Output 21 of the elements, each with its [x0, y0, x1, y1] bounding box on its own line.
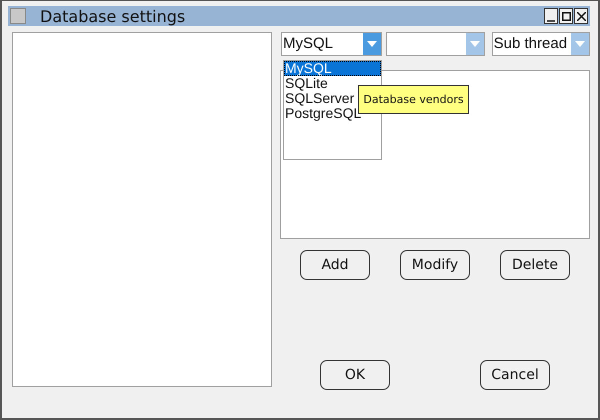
minimize-icon [547, 20, 555, 22]
action-button[interactable]: Modify [400, 250, 470, 280]
dropdown-field[interactable] [386, 32, 485, 56]
minimize-button[interactable] [544, 8, 558, 24]
action-button[interactable]: Delete [500, 250, 570, 280]
dropdown-field[interactable]: MySQL [281, 32, 382, 56]
caret-icon [363, 33, 382, 55]
action-button[interactable]: OK [320, 360, 390, 390]
action-button[interactable]: Cancel [480, 360, 550, 390]
window-title: Database settings [40, 6, 186, 26]
maximize-button[interactable] [559, 8, 573, 24]
window-icon [10, 8, 26, 24]
close-icon [576, 12, 586, 20]
caret-icon [466, 33, 484, 55]
tooltip: Database vendors [358, 85, 469, 114]
dropdown-field[interactable]: Sub thread [492, 32, 590, 56]
dropdown-option[interactable]: MySQL [284, 61, 381, 76]
action-button[interactable]: Add [300, 250, 370, 280]
close-button[interactable] [574, 8, 588, 24]
maximize-icon [562, 12, 570, 20]
caret-icon [571, 33, 589, 55]
